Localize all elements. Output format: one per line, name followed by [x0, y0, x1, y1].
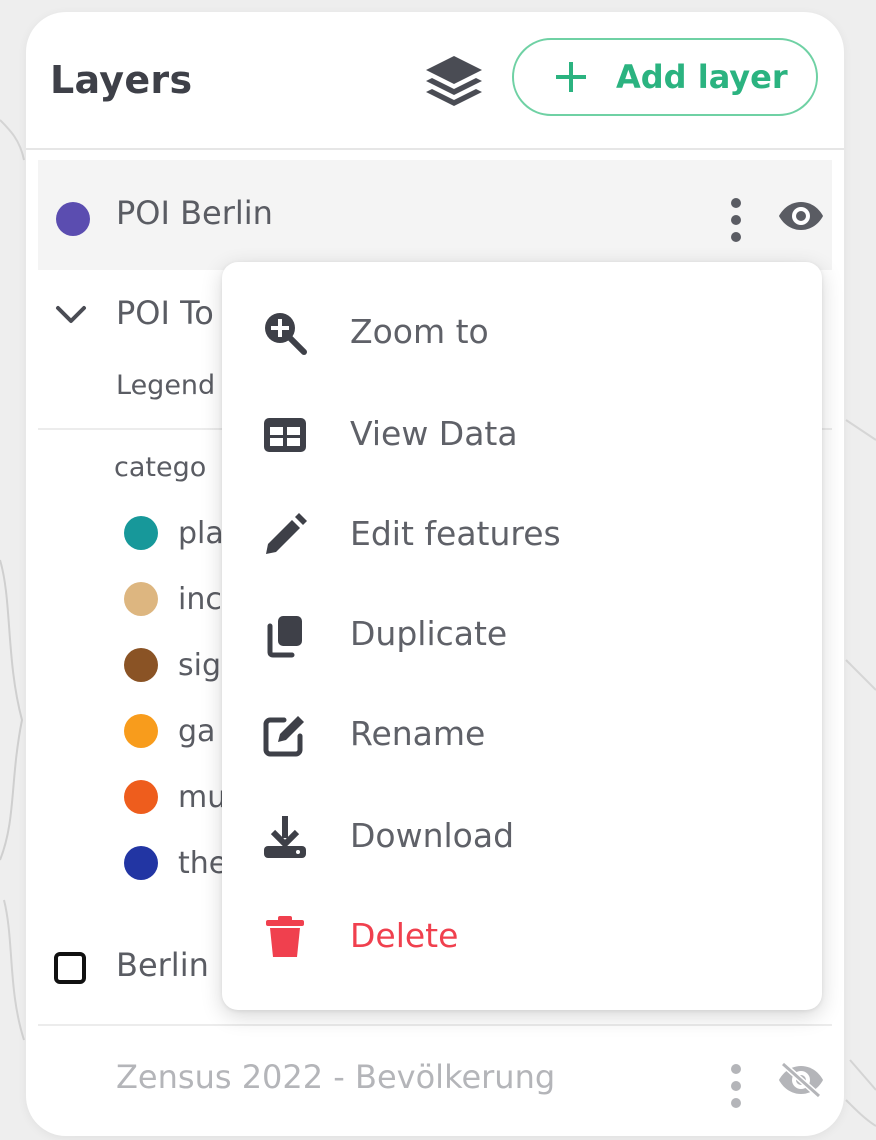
layer-name[interactable]: Berlin [116, 946, 209, 984]
legend-item-label: mu [178, 780, 227, 815]
menu-item-label: View Data [350, 414, 518, 453]
legend-color-dot [124, 582, 158, 616]
panel-title: Layers [50, 58, 193, 102]
legend-item-label: pla [178, 516, 224, 551]
eye-icon[interactable] [778, 198, 824, 234]
menu-item-view-data[interactable]: View Data [222, 384, 822, 484]
download-icon [264, 816, 306, 858]
layers-stack-icon[interactable] [422, 50, 486, 114]
layer-context-menu: Zoom to View Data Edit features Duplicat… [222, 262, 822, 1010]
layer-options-button[interactable] [726, 198, 746, 242]
legend-item-label: sig [178, 648, 222, 683]
menu-item-label: Delete [350, 916, 459, 955]
menu-item-duplicate[interactable]: Duplicate [222, 584, 822, 684]
pencil-icon [266, 513, 307, 554]
menu-item-label: Duplicate [350, 614, 508, 653]
legend-color-dot [124, 846, 158, 880]
trash-icon [266, 916, 304, 957]
legend-color-dot [124, 714, 158, 748]
panel-header: Layers Add layer [26, 12, 844, 150]
layer-checkbox[interactable] [54, 952, 86, 984]
layer-name[interactable]: POI To [116, 294, 214, 332]
menu-item-label: Edit features [350, 514, 561, 553]
menu-item-download[interactable]: Download [222, 786, 822, 886]
layer-color-dot [56, 202, 90, 236]
add-layer-button[interactable]: Add layer [512, 38, 818, 116]
legend-item-label: inc [178, 582, 222, 617]
copy-icon [267, 616, 302, 658]
menu-item-zoom-to[interactable]: Zoom to [222, 282, 822, 382]
legend-item-label: ga [178, 714, 216, 749]
eye-off-icon[interactable] [778, 1061, 824, 1099]
divider [38, 1024, 832, 1026]
add-layer-label: Add layer [616, 58, 788, 96]
table-icon [264, 418, 306, 452]
layer-name: POI Berlin [116, 194, 273, 232]
category-label: catego [114, 452, 207, 483]
menu-item-delete[interactable]: Delete [222, 886, 822, 986]
legend-item-label: the [178, 846, 228, 881]
layer-options-button[interactable] [726, 1064, 746, 1108]
menu-item-label: Zoom to [350, 312, 489, 351]
edit-square-icon [263, 716, 304, 757]
zoom-in-icon [265, 313, 307, 355]
layer-name: Zensus 2022 - Bevölkerung [116, 1058, 556, 1096]
layer-row-poi-berlin[interactable]: POI Berlin [38, 160, 832, 270]
legend-color-dot [124, 648, 158, 682]
legend-color-dot [124, 516, 158, 550]
legend-color-dot [124, 780, 158, 814]
menu-item-label: Rename [350, 714, 486, 753]
menu-item-edit-features[interactable]: Edit features [222, 484, 822, 584]
menu-item-label: Download [350, 816, 515, 855]
menu-item-rename[interactable]: Rename [222, 684, 822, 784]
legend-label: Legend [116, 370, 216, 401]
plus-icon [556, 62, 586, 92]
chevron-down-icon[interactable] [54, 304, 88, 326]
